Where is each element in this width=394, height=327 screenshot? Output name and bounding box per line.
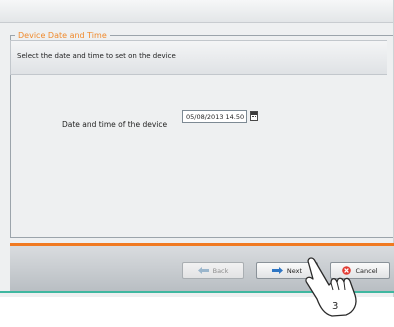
- back-button-label: Back: [212, 266, 229, 275]
- pointing-hand-icon: [305, 257, 357, 317]
- datetime-label: Date and time of the device: [62, 120, 168, 129]
- window-titlebar: [0, 0, 393, 23]
- back-arrow-icon: [197, 267, 209, 274]
- instruction-text: Select the date and time to set on the d…: [10, 40, 387, 75]
- group-title: Device Date and Time: [18, 31, 107, 40]
- next-arrow-icon: [271, 267, 283, 274]
- calendar-icon[interactable]: [250, 111, 258, 121]
- datetime-input[interactable]: [182, 110, 247, 123]
- back-button[interactable]: Back: [182, 262, 244, 279]
- step-number: 3: [332, 301, 339, 312]
